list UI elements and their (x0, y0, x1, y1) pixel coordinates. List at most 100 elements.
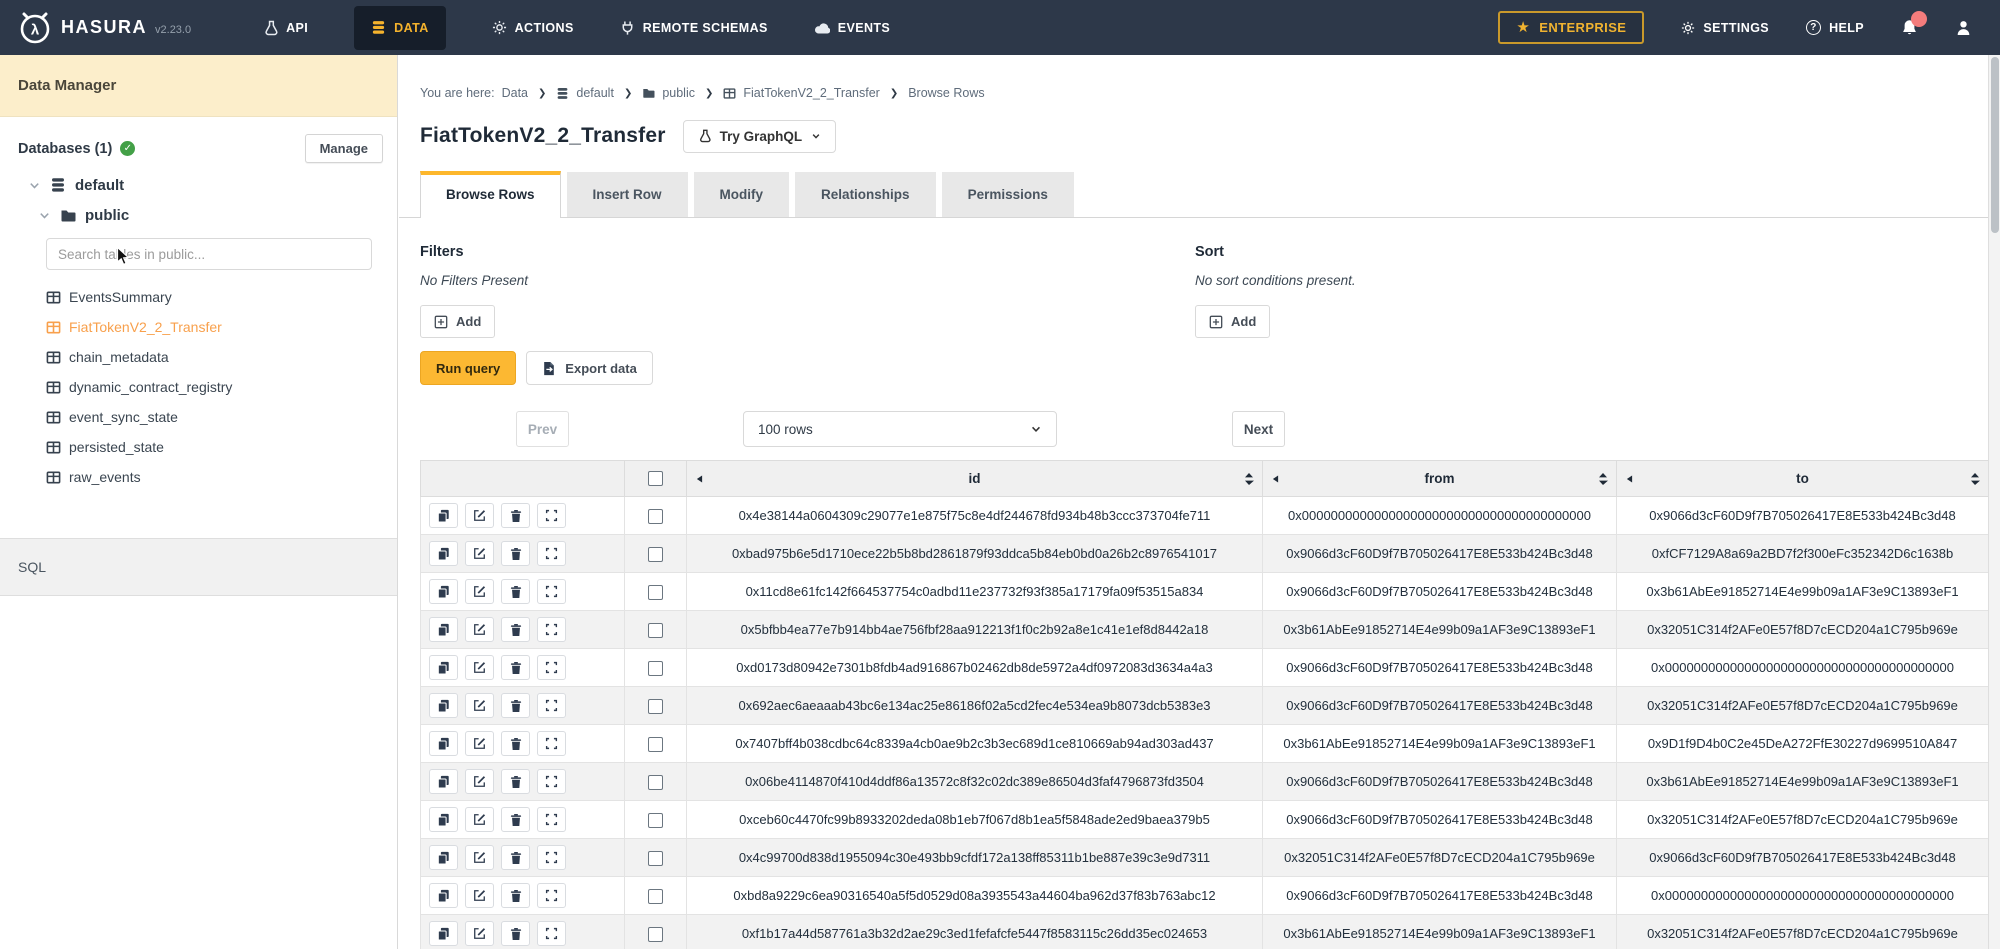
expand-row-button[interactable] (537, 769, 566, 794)
tab-modify[interactable]: Modify (694, 172, 790, 217)
scrollbar-thumb[interactable] (1991, 57, 1999, 233)
clone-row-button[interactable] (429, 845, 458, 870)
expand-row-button[interactable] (537, 617, 566, 642)
sidebar-table-item-persisted_state[interactable]: persisted_state (0, 432, 397, 462)
row-checkbox[interactable] (648, 661, 663, 676)
tree-item-default-database[interactable]: default (0, 170, 397, 200)
manage-button[interactable]: Manage (305, 134, 383, 163)
sidebar-table-item-raw_events[interactable]: raw_events (0, 462, 397, 492)
delete-row-button[interactable] (501, 503, 530, 528)
nav-item-events[interactable]: EVENTS (814, 20, 890, 35)
collapse-column-icon[interactable] (1626, 474, 1633, 484)
edit-row-button[interactable] (465, 731, 494, 756)
column-header-to[interactable]: to (1617, 461, 1989, 497)
sidebar-table-item-dynamic_contract_registry[interactable]: dynamic_contract_registry (0, 372, 397, 402)
row-checkbox[interactable] (648, 775, 663, 790)
delete-row-button[interactable] (501, 921, 530, 946)
sort-icon[interactable] (1244, 472, 1254, 486)
sql-section[interactable]: SQL (0, 538, 397, 596)
expand-row-button[interactable] (537, 655, 566, 680)
column-header-from[interactable]: from (1263, 461, 1617, 497)
breadcrumb-public[interactable]: public (662, 86, 695, 100)
row-checkbox[interactable] (648, 547, 663, 562)
clone-row-button[interactable] (429, 921, 458, 946)
delete-row-button[interactable] (501, 655, 530, 680)
delete-row-button[interactable] (501, 807, 530, 832)
nav-item-actions[interactable]: ACTIONS (492, 20, 574, 35)
clone-row-button[interactable] (429, 883, 458, 908)
sidebar-table-item-FiatTokenV2_2_Transfer[interactable]: FiatTokenV2_2_Transfer (0, 312, 397, 342)
nav-item-api[interactable]: API (263, 20, 308, 36)
prev-page-button[interactable]: Prev (516, 411, 569, 447)
sidebar-table-item-chain_metadata[interactable]: chain_metadata (0, 342, 397, 372)
row-checkbox[interactable] (648, 737, 663, 752)
collapse-column-icon[interactable] (696, 474, 703, 484)
delete-row-button[interactable] (501, 541, 530, 566)
clone-row-button[interactable] (429, 503, 458, 528)
chevron-down-icon[interactable] (28, 179, 41, 192)
breadcrumb-table[interactable]: FiatTokenV2_2_Transfer (743, 86, 879, 100)
delete-row-button[interactable] (501, 731, 530, 756)
breadcrumb-data[interactable]: Data (502, 86, 528, 100)
edit-row-button[interactable] (465, 769, 494, 794)
edit-row-button[interactable] (465, 693, 494, 718)
row-checkbox[interactable] (648, 699, 663, 714)
delete-row-button[interactable] (501, 883, 530, 908)
export-data-button[interactable]: Export data (526, 351, 653, 385)
delete-row-button[interactable] (501, 845, 530, 870)
try-graphql-button[interactable]: Try GraphQL (683, 120, 837, 153)
breadcrumb-default[interactable]: default (576, 86, 614, 100)
delete-row-button[interactable] (501, 693, 530, 718)
clone-row-button[interactable] (429, 617, 458, 642)
edit-row-button[interactable] (465, 541, 494, 566)
edit-row-button[interactable] (465, 617, 494, 642)
add-sort-button[interactable]: Add (1195, 305, 1270, 338)
notifications-button[interactable] (1901, 19, 1918, 36)
delete-row-button[interactable] (501, 617, 530, 642)
edit-row-button[interactable] (465, 503, 494, 528)
row-checkbox[interactable] (648, 585, 663, 600)
settings-button[interactable]: SETTINGS (1681, 21, 1769, 35)
edit-row-button[interactable] (465, 655, 494, 680)
tab-browse-rows[interactable]: Browse Rows (420, 171, 561, 218)
help-button[interactable]: ? HELP (1806, 20, 1864, 35)
expand-row-button[interactable] (537, 541, 566, 566)
clone-row-button[interactable] (429, 731, 458, 756)
run-query-button[interactable]: Run query (420, 351, 516, 385)
enterprise-button[interactable]: ★ ENTERPRISE (1498, 11, 1644, 44)
delete-row-button[interactable] (501, 579, 530, 604)
edit-row-button[interactable] (465, 807, 494, 832)
clone-row-button[interactable] (429, 655, 458, 680)
expand-row-button[interactable] (537, 845, 566, 870)
edit-row-button[interactable] (465, 883, 494, 908)
sidebar-table-item-event_sync_state[interactable]: event_sync_state (0, 402, 397, 432)
select-all-checkbox[interactable] (648, 471, 663, 486)
delete-row-button[interactable] (501, 769, 530, 794)
add-filter-button[interactable]: Add (420, 305, 495, 338)
column-header-id[interactable]: id (687, 461, 1263, 497)
expand-row-button[interactable] (537, 693, 566, 718)
clone-row-button[interactable] (429, 579, 458, 604)
tab-relationships[interactable]: Relationships (795, 172, 936, 217)
clone-row-button[interactable] (429, 541, 458, 566)
nav-item-data[interactable]: DATA (354, 6, 445, 50)
edit-row-button[interactable] (465, 921, 494, 946)
next-page-button[interactable]: Next (1232, 411, 1285, 447)
row-checkbox[interactable] (648, 851, 663, 866)
sidebar-table-item-EventsSummary[interactable]: EventsSummary (0, 282, 397, 312)
expand-row-button[interactable] (537, 579, 566, 604)
row-checkbox[interactable] (648, 813, 663, 828)
expand-row-button[interactable] (537, 883, 566, 908)
expand-row-button[interactable] (537, 921, 566, 946)
vertical-scrollbar[interactable] (1988, 55, 2000, 949)
rows-per-page-select[interactable]: 100 rows (743, 411, 1057, 447)
search-tables-input[interactable] (46, 238, 372, 270)
collapse-column-icon[interactable] (1272, 474, 1279, 484)
expand-row-button[interactable] (537, 503, 566, 528)
edit-row-button[interactable] (465, 579, 494, 604)
tab-insert-row[interactable]: Insert Row (567, 172, 688, 217)
sort-icon[interactable] (1970, 472, 1980, 486)
edit-row-button[interactable] (465, 845, 494, 870)
row-checkbox[interactable] (648, 927, 663, 942)
tab-permissions[interactable]: Permissions (942, 172, 1074, 217)
